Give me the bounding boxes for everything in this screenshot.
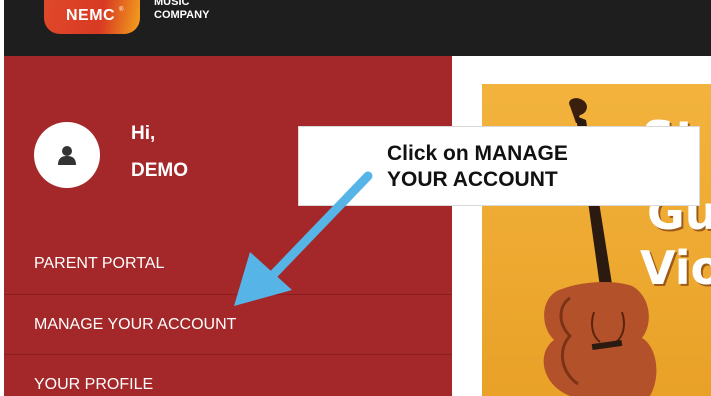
account-sidebar: Hi, DEMO PARENT PORTAL MANAGE YOUR ACCOU… [4,56,452,396]
nav-item-parent-portal[interactable]: PARENT PORTAL [4,234,452,294]
logo-registered-mark: ® [119,7,124,13]
nav-item-your-profile[interactable]: YOUR PROFILE [4,354,452,396]
user-icon [58,146,76,165]
logo-badge: NEMC ® [44,0,140,34]
nav-item-label: PARENT PORTAL [34,255,165,272]
avatar [34,122,100,188]
callout-line-2: YOUR ACCOUNT [387,168,558,191]
callout-text: Click on MANAGE YOUR ACCOUNT [387,141,568,193]
greeting-text: Hi, [131,123,156,144]
user-name: DEMO [131,160,188,181]
logo-wordmark: MUSIC COMPANY [154,0,209,22]
nav-item-label: YOUR PROFILE [34,375,154,393]
logo-line-1: MUSIC [154,0,190,8]
callout-line-1: Click on MANAGE [387,142,568,165]
top-header-bar: NEMC ® MUSIC COMPANY [4,0,711,56]
instruction-callout: Click on MANAGE YOUR ACCOUNT [298,126,700,206]
nav-item-label: MANAGE YOUR ACCOUNT [34,315,237,333]
banner-word-3: Vio [640,241,711,295]
nemc-logo[interactable]: NEMC ® MUSIC COMPANY [44,0,234,38]
nav-item-manage-your-account[interactable]: MANAGE YOUR ACCOUNT [4,294,452,354]
logo-badge-text: NEMC [66,7,116,24]
logo-line-2: COMPANY [154,9,210,21]
